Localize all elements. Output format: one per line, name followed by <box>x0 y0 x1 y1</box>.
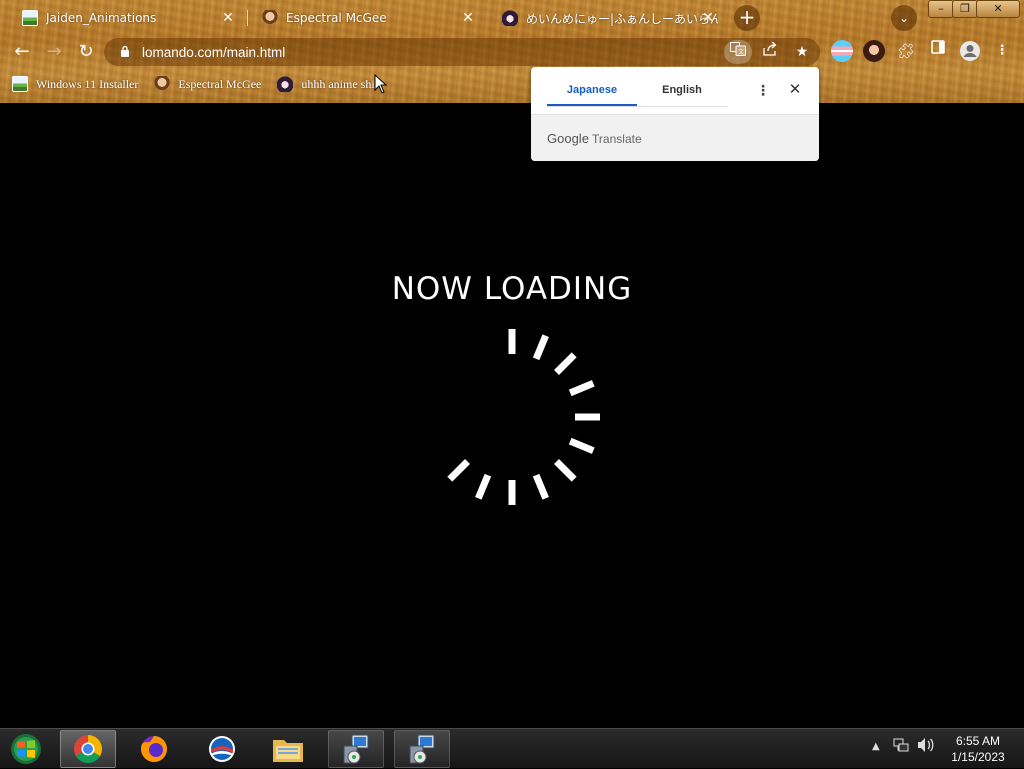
taskbar-firefox[interactable] <box>126 730 182 768</box>
taskbar-installer-1[interactable] <box>328 730 384 768</box>
puzzle-extensions-icon[interactable]: 🧩︎ <box>895 40 917 62</box>
close-tab-icon[interactable]: ✕ <box>458 8 478 28</box>
lock-icon[interactable] <box>118 45 132 59</box>
taskbar-chrome[interactable] <box>60 730 116 768</box>
spinner-segment <box>532 334 549 361</box>
svg-text:文: 文 <box>738 48 744 56</box>
spinner-segment <box>447 459 470 482</box>
chrome-icon <box>74 735 102 763</box>
restore-button[interactable]: ❐ <box>952 0 978 18</box>
translate-icon[interactable]: 文 <box>724 40 752 64</box>
star-icon[interactable]: ★ <box>788 40 816 64</box>
toolbar: ← → ↻ lomando.com/main.html 文 ★ 🧩︎ ⋮ <box>0 34 1024 70</box>
kebab-menu-icon[interactable]: ⋮ <box>991 40 1013 62</box>
new-tab-button[interactable]: + <box>734 5 760 31</box>
taskbar-file-explorer[interactable] <box>260 730 316 768</box>
character-favicon-icon <box>262 10 278 26</box>
mouse-cursor-icon <box>374 74 388 94</box>
tab-jaiden[interactable]: Jaiden_Animations ✕ <box>10 4 246 32</box>
page-content: NOW LOADING <box>0 103 1024 728</box>
anime-girl-favicon-icon <box>277 76 294 92</box>
tab-title: めいんめにゅー|ふぁんしーあいらんど <box>526 11 718 26</box>
anime-girl-favicon-icon <box>502 10 518 26</box>
kebab-menu-icon[interactable]: ⋮ <box>755 81 771 101</box>
arrow-left-icon: ← <box>14 41 30 62</box>
bookmark-label: Windows 11 Installer <box>36 76 139 91</box>
profile-icon[interactable] <box>959 40 981 62</box>
reload-button[interactable]: ↻ <box>72 38 100 66</box>
language-tab-japanese[interactable]: Japanese <box>547 77 637 106</box>
tab-search-button[interactable]: ⌄ <box>891 5 917 31</box>
tab-divider <box>247 10 248 26</box>
taskbar-installer-2[interactable] <box>394 730 450 768</box>
spinner-segment <box>554 459 577 482</box>
back-button[interactable]: ← <box>8 38 36 66</box>
landscape-favicon-icon <box>12 76 28 92</box>
tab-espectral[interactable]: Espectral McGee ✕ <box>250 4 486 32</box>
forward-button[interactable]: → <box>40 38 68 66</box>
tab-title: Espectral McGee <box>286 11 387 25</box>
start-button[interactable] <box>8 733 44 765</box>
translate-footer: Google Translate <box>531 114 819 161</box>
spinner-segment <box>568 437 595 454</box>
spinner-segment <box>532 473 549 500</box>
share-icon[interactable] <box>756 40 784 64</box>
google-translate-brand: Google Translate <box>547 131 642 146</box>
trans-flag-extension-icon[interactable] <box>831 40 853 62</box>
language-tabs: Japanese English <box>547 77 727 107</box>
clock-date: 1/15/2023 <box>951 750 1005 764</box>
spinner-segment <box>475 473 492 500</box>
tab-fancy-island[interactable]: めいんめにゅー|ふぁんしーあいらんど ✕ <box>490 4 726 32</box>
google-wordmark: Google <box>547 131 589 146</box>
close-icon[interactable]: ✕ <box>785 79 805 99</box>
avatar-extension-icon[interactable] <box>863 40 885 62</box>
tab-strip: Jaiden_Animations ✕ Espectral McGee ✕ めい… <box>0 0 1024 34</box>
browser-frame: Jaiden_Animations ✕ Espectral McGee ✕ めい… <box>0 0 1024 103</box>
chevron-down-icon: ⌄ <box>898 11 910 25</box>
spinner-segment <box>554 352 577 375</box>
url-text[interactable]: lomando.com/main.html <box>142 45 724 60</box>
taskbar-outlook[interactable] <box>194 730 250 768</box>
sidepanel-icon[interactable] <box>927 40 949 62</box>
spinner-segment <box>568 380 595 397</box>
taskbar: ▲ 6:55 AM 1/15/2023 <box>0 728 1024 768</box>
firefox-icon <box>141 736 167 762</box>
language-tab-english[interactable]: English <box>637 77 727 106</box>
folder-icon <box>273 740 303 762</box>
bookmark-label: uhhh anime shit <box>301 76 379 91</box>
bookmark-label: Espectral McGee <box>178 76 262 91</box>
loading-spinner <box>447 329 600 505</box>
windows-orb-icon <box>11 734 41 764</box>
show-hidden-icons-button[interactable]: ▲ <box>872 741 880 752</box>
bookmark-anime[interactable]: uhhh anime shit <box>277 76 378 92</box>
translate-word: Translate <box>592 132 642 146</box>
address-bar[interactable]: lomando.com/main.html 文 ★ <box>104 38 820 66</box>
installer-icon <box>409 734 435 764</box>
translate-popup: Japanese English ⋮ ✕ Google Translate <box>531 67 819 161</box>
bookmark-espectral[interactable]: Espectral McGee <box>154 76 261 92</box>
outlook-icon <box>209 736 235 762</box>
close-tab-icon[interactable]: ✕ <box>698 8 718 28</box>
character-favicon-icon <box>154 76 171 92</box>
volume-icon[interactable] <box>917 737 935 756</box>
close-window-button[interactable]: ✕ <box>976 0 1020 18</box>
reload-icon: ↻ <box>78 41 94 62</box>
arrow-right-icon: → <box>46 41 62 62</box>
bookmark-windows-installer[interactable]: Windows 11 Installer <box>12 76 138 92</box>
bookmarks-bar: Windows 11 Installer Espectral McGee uhh… <box>0 70 1024 98</box>
tab-title: Jaiden_Animations <box>46 11 157 25</box>
system-clock[interactable]: 6:55 AM 1/15/2023 <box>940 733 1016 765</box>
clock-time: 6:55 AM <box>955 734 1001 748</box>
close-tab-icon[interactable]: ✕ <box>218 8 238 28</box>
landscape-favicon-icon <box>22 10 38 26</box>
installer-icon <box>343 734 369 764</box>
network-icon[interactable] <box>893 737 909 756</box>
minimize-button[interactable]: – <box>928 0 954 18</box>
